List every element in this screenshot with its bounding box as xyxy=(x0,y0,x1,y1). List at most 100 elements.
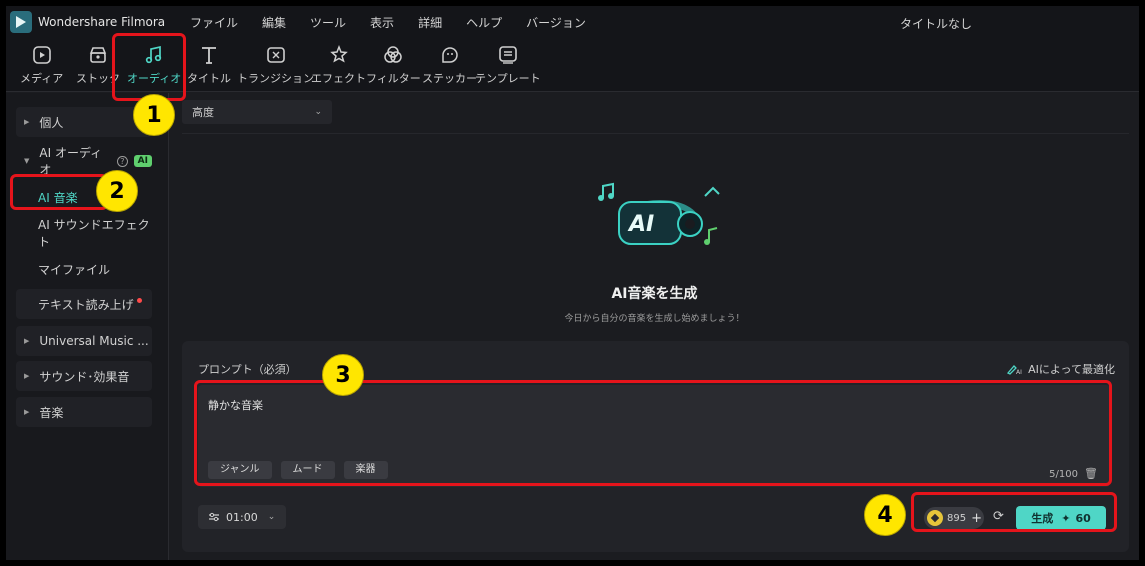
menu-bar: ファイル 編集 ツール 表示 詳細 ヘルプ バージョン xyxy=(190,14,610,31)
help-icon[interactable]: ? xyxy=(117,155,128,167)
sidebar: ▶ 個人 ▼ AI オーディオ ? AI AI 音楽 AI サウンドエフェクト … xyxy=(6,93,169,560)
svg-text:AI: AI xyxy=(627,212,654,237)
menu-view[interactable]: 表示 xyxy=(370,14,394,31)
sidebar-item-text-to-speech[interactable]: テキスト読み上げ xyxy=(16,289,152,319)
generate-cost: 60 xyxy=(1075,511,1091,525)
tab-transitions[interactable]: トランジション xyxy=(237,44,314,86)
tab-stickers[interactable]: ステッカー xyxy=(422,44,477,86)
caret-right-icon: ▶ xyxy=(24,118,30,126)
tab-effects[interactable]: エフェクト xyxy=(311,44,366,86)
notification-dot xyxy=(136,297,142,303)
sidebar-item-label: 音楽 xyxy=(39,405,64,420)
divider xyxy=(182,133,1129,134)
chevron-down-icon: ⌄ xyxy=(267,512,276,522)
stock-icon xyxy=(89,47,107,63)
ai-optimize-label: AIによって最適化 xyxy=(1028,363,1115,376)
mode-dropdown[interactable]: 高度 ⌄ xyxy=(182,100,332,124)
tab-audio-label: オーディオ xyxy=(127,72,182,85)
document-title: タイトルなし xyxy=(899,17,972,31)
tab-titles-label: タイトル xyxy=(187,72,231,85)
credits-value: 895 xyxy=(947,512,967,524)
tab-stickers-label: ステッカー xyxy=(422,72,477,85)
chip-instrument[interactable]: 楽器 xyxy=(343,461,388,479)
main-toolbar: メディア ストック オーディオ タイトル トランジション エフェクト フィルター xyxy=(6,38,1139,92)
sidebar-item-label: マイファイル xyxy=(38,262,111,277)
trash-icon[interactable]: 🗑 xyxy=(1084,467,1098,480)
chevron-down-icon: ⌄ xyxy=(314,107,322,117)
caret-down-icon: ▼ xyxy=(24,157,30,165)
generate-button[interactable]: 生成 ✦ 60 xyxy=(1016,506,1106,530)
refresh-icon[interactable]: ⟳ xyxy=(993,509,1004,524)
chip-genre[interactable]: ジャンル xyxy=(208,461,272,479)
annotation-badge-1: 1 xyxy=(133,94,175,136)
svg-text:AI: AI xyxy=(1016,369,1022,375)
hero-subtitle: 今日から自分の音楽を生成し始めましょう！ xyxy=(564,314,745,324)
sidebar-item-label: サウンド･効果音 xyxy=(39,369,130,384)
ai-optimize-button[interactable]: AI AIによって最適化 xyxy=(1006,361,1115,377)
generate-label: 生成 xyxy=(1031,512,1054,525)
sidebar-item-label: AI オーディオ xyxy=(39,146,103,177)
menu-edit[interactable]: 編集 xyxy=(262,14,286,31)
filmora-window: Wondershare Filmora ファイル 編集 ツール 表示 詳細 ヘル… xyxy=(6,6,1139,560)
text-icon xyxy=(202,47,216,64)
sparkle-icon: ✦ xyxy=(1061,511,1071,525)
sliders-icon xyxy=(209,512,219,522)
template-icon xyxy=(499,46,517,64)
chip-mood[interactable]: ムード xyxy=(280,461,335,479)
sidebar-item-music[interactable]: ▶ 音楽 xyxy=(16,397,152,427)
sidebar-item-label: テキスト読み上げ xyxy=(38,297,134,312)
hero-title: AI音楽を生成 xyxy=(611,286,698,302)
character-counter: 5/100 xyxy=(1049,469,1078,480)
menu-advanced[interactable]: 詳細 xyxy=(418,14,442,31)
sidebar-item-label: AI 音楽 xyxy=(38,190,78,205)
media-icon xyxy=(32,46,51,64)
duration-dropdown[interactable]: 01:00 ⌄ xyxy=(198,505,286,529)
sidebar-item-label: AI サウンドエフェクト xyxy=(38,218,150,249)
tab-transitions-label: トランジション xyxy=(237,72,314,85)
prompt-input[interactable]: 静かな音楽 ジャンル ムード 楽器 5/100 🗑 xyxy=(198,385,1110,487)
sidebar-item-label: Universal Music ... xyxy=(39,334,149,348)
app-name: Wondershare Filmora xyxy=(38,15,166,29)
ai-music-headphones-icon: AI xyxy=(598,182,720,245)
title-bar: Wondershare Filmora ファイル 編集 ツール 表示 詳細 ヘル… xyxy=(6,6,1139,38)
annotation-badge-2: 2 xyxy=(96,170,138,212)
ai-wand-icon: AI xyxy=(1007,365,1022,375)
menu-file[interactable]: ファイル xyxy=(190,14,238,31)
caret-right-icon: ▶ xyxy=(24,337,30,345)
tab-audio[interactable]: オーディオ xyxy=(127,44,181,86)
sidebar-item-label: 個人 xyxy=(39,115,64,130)
plus-icon[interactable]: + xyxy=(971,511,982,526)
tab-templates-label: テンプレート xyxy=(475,72,541,85)
mode-dropdown-value: 高度 xyxy=(192,106,214,119)
tab-titles[interactable]: タイトル xyxy=(187,44,231,86)
prompt-chips: ジャンル ムード 楽器 xyxy=(208,461,397,479)
prompt-label: プロンプト（必須） xyxy=(198,363,297,376)
sidebar-item-sound-effects[interactable]: ▶ サウンド･効果音 xyxy=(16,361,152,391)
sidebar-item-personal[interactable]: ▶ 個人 xyxy=(16,107,152,137)
caret-right-icon: ▶ xyxy=(24,372,30,380)
ai-badge: AI xyxy=(133,155,152,167)
duration-value: 01:00 xyxy=(226,510,258,524)
effects-icon xyxy=(329,44,348,63)
sidebar-item-ai-sound-effect[interactable]: AI サウンドエフェクト xyxy=(16,218,152,249)
tab-filters-label: フィルター xyxy=(366,72,421,85)
menu-help[interactable]: ヘルプ xyxy=(466,14,502,31)
transition-icon xyxy=(266,47,285,63)
menu-version[interactable]: バージョン xyxy=(526,14,586,31)
sidebar-item-universal-music[interactable]: ▶ Universal Music ... xyxy=(16,326,152,356)
credits-balance[interactable]: 895 + xyxy=(924,507,984,529)
main-panel: 高度 ⌄ AI AI音楽を生成 今日から自分の音楽を生成し始めましょう！ プロン… xyxy=(170,93,1139,560)
tab-media[interactable]: メディア xyxy=(20,44,63,86)
menu-tools[interactable]: ツール xyxy=(310,14,346,31)
sidebar-item-my-files[interactable]: マイファイル xyxy=(16,254,152,284)
credit-coin-icon xyxy=(927,510,943,526)
tab-templates[interactable]: テンプレート xyxy=(475,44,541,86)
tab-filters[interactable]: フィルター xyxy=(366,44,421,86)
annotation-badge-4: 4 xyxy=(864,494,906,536)
filter-icon xyxy=(384,46,403,63)
sidebar-item-ai-audio[interactable]: ▼ AI オーディオ ? AI xyxy=(16,146,152,177)
sticker-icon xyxy=(441,47,458,63)
tab-stock-label: ストック xyxy=(76,72,120,85)
music-note-icon xyxy=(145,45,162,64)
tab-stock[interactable]: ストック xyxy=(76,44,120,86)
